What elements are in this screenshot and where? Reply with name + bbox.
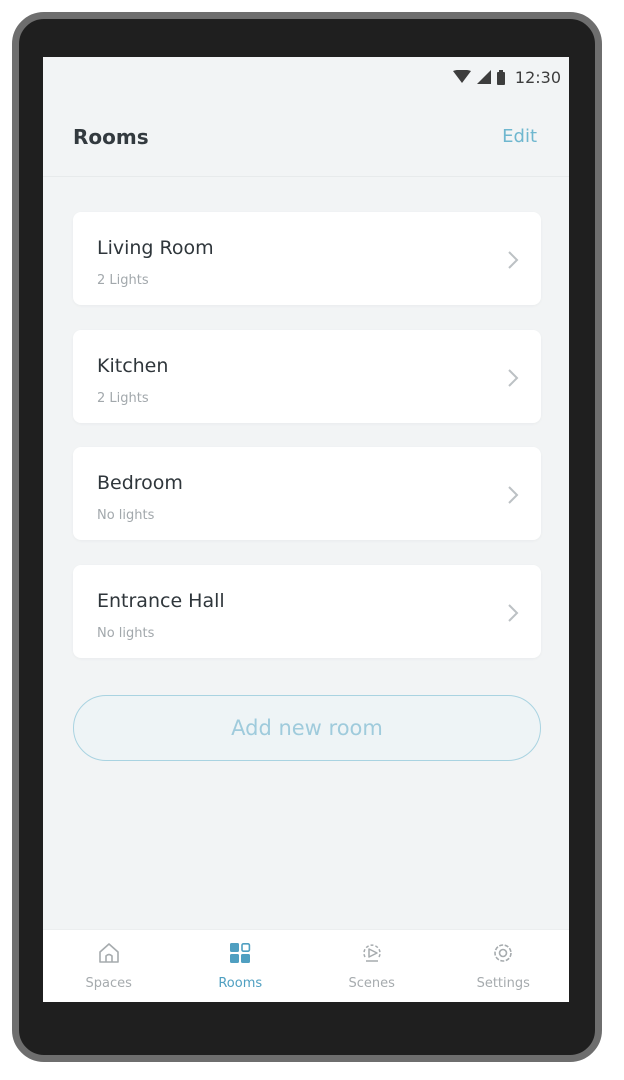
room-light-count: No lights xyxy=(97,626,155,641)
wifi-icon xyxy=(452,70,471,84)
add-new-room-button[interactable]: Add new room xyxy=(73,695,541,761)
chevron-right-icon xyxy=(507,603,519,627)
room-light-count: No lights xyxy=(97,508,155,523)
room-card-living-room[interactable]: Living Room 2 Lights xyxy=(73,212,541,305)
bottom-nav: Spaces Rooms Scenes Settings xyxy=(43,929,569,1002)
page-title: Rooms xyxy=(73,124,149,149)
status-time: 12:30 xyxy=(514,67,561,87)
scenes-icon xyxy=(360,942,384,968)
gear-icon xyxy=(491,942,515,968)
chevron-right-icon xyxy=(507,368,519,392)
room-light-count: 2 Lights xyxy=(97,391,149,406)
room-name: Entrance Hall xyxy=(97,590,225,612)
chevron-right-icon xyxy=(507,485,519,509)
nav-tab-scenes[interactable]: Scenes xyxy=(306,930,438,1002)
room-light-count: 2 Lights xyxy=(97,273,149,288)
app-screen: 12:30 Rooms Edit Living Room 2 Lights Ki… xyxy=(43,57,569,1002)
edit-button[interactable]: Edit xyxy=(502,126,537,147)
nav-label: Rooms xyxy=(218,976,263,991)
battery-icon xyxy=(496,69,505,85)
nav-label: Settings xyxy=(476,976,530,991)
header: Rooms Edit xyxy=(43,97,569,177)
nav-tab-rooms[interactable]: Rooms xyxy=(175,930,307,1002)
nav-label: Scenes xyxy=(348,976,395,991)
room-card-bedroom[interactable]: Bedroom No lights xyxy=(73,447,541,540)
room-name: Bedroom xyxy=(97,472,183,494)
signal-icon xyxy=(476,70,491,84)
nav-label: Spaces xyxy=(85,976,132,991)
room-card-kitchen[interactable]: Kitchen 2 Lights xyxy=(73,330,541,423)
nav-tab-spaces[interactable]: Spaces xyxy=(43,930,175,1002)
room-card-entrance-hall[interactable]: Entrance Hall No lights xyxy=(73,565,541,658)
status-bar: 12:30 xyxy=(43,57,569,97)
room-name: Kitchen xyxy=(97,355,169,377)
home-icon xyxy=(97,942,121,968)
chevron-right-icon xyxy=(507,250,519,274)
rooms-grid-icon xyxy=(228,942,252,968)
nav-tab-settings[interactable]: Settings xyxy=(438,930,570,1002)
room-name: Living Room xyxy=(97,237,214,259)
